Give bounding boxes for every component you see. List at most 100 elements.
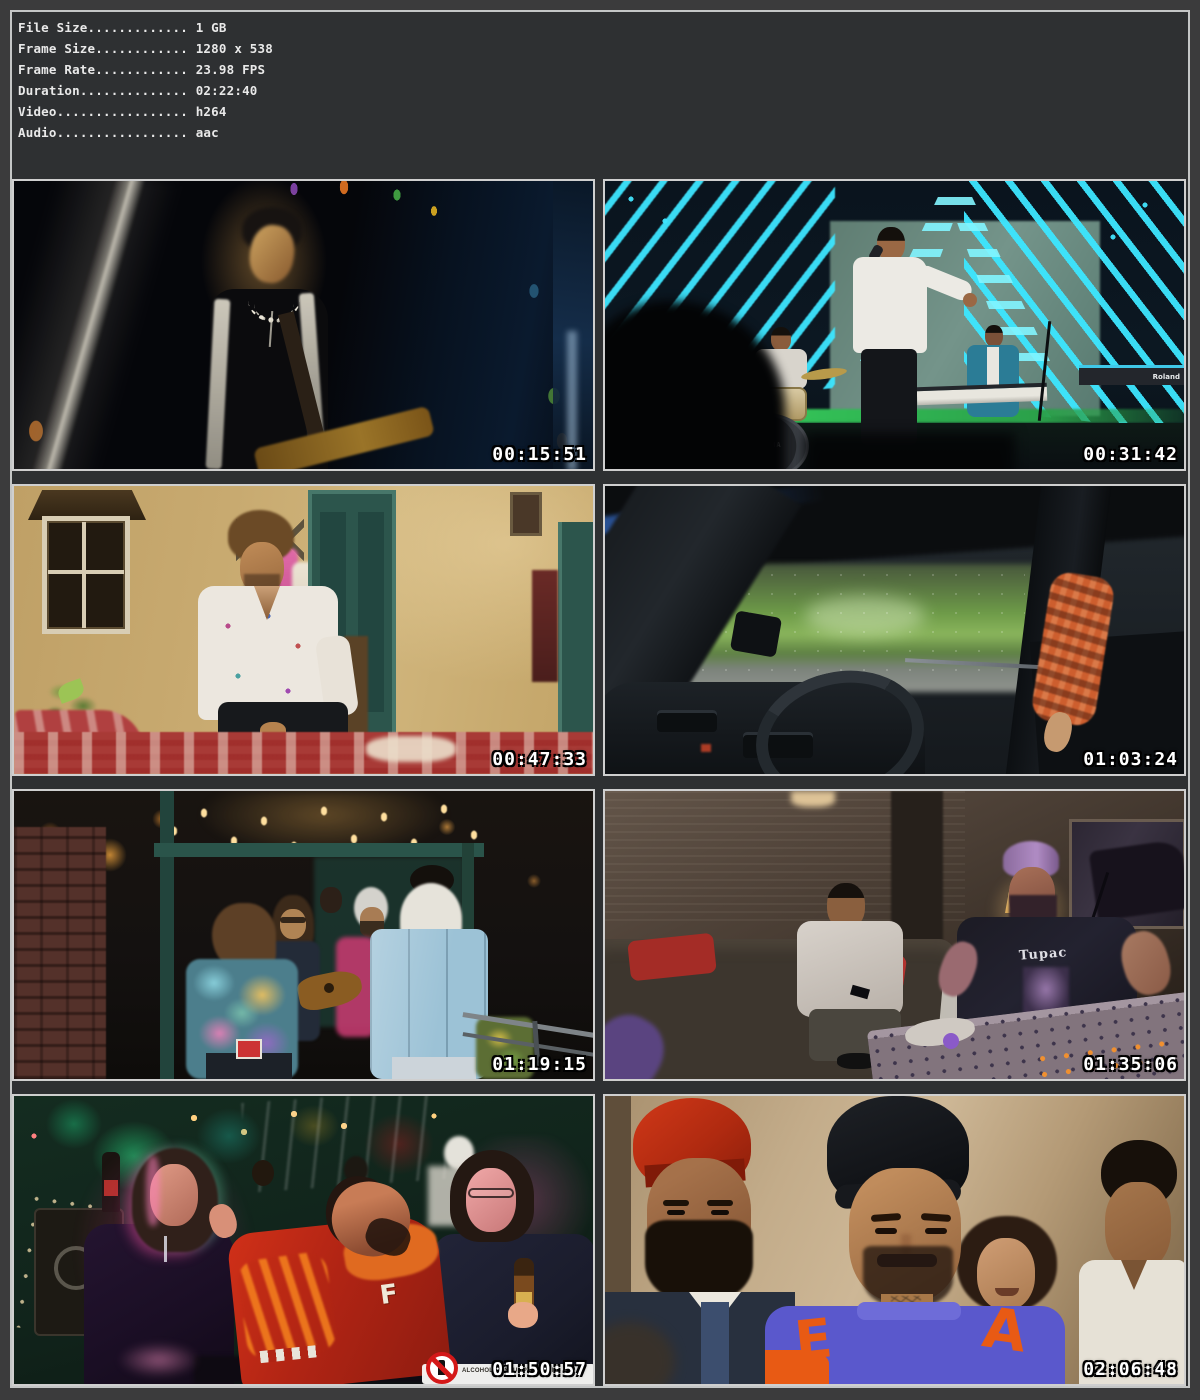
background-head xyxy=(320,887,342,913)
blue-shirt-front xyxy=(701,1302,729,1384)
info-label: Duration xyxy=(18,83,80,98)
timestamp-overlay: 01:35:06 xyxy=(1083,1054,1178,1075)
video-thumbnail-2: YAMAHA Roland 00:31:42 xyxy=(603,179,1186,471)
video-thumbnail-4: 01:03:24 xyxy=(603,484,1186,776)
video-thumbnail-1: 00:15:51 xyxy=(12,179,595,471)
info-label: Audio xyxy=(18,125,57,140)
eyebrow xyxy=(663,1200,689,1206)
flame-sleeve xyxy=(235,1250,338,1362)
wall-hanging xyxy=(532,570,558,682)
info-value: 1 GB xyxy=(188,20,227,35)
glasses xyxy=(468,1188,514,1198)
scene-stage-led-performance: YAMAHA Roland xyxy=(605,181,1184,469)
keyboardist-head xyxy=(985,325,1003,347)
info-value: 23.98 FPS xyxy=(188,62,265,77)
info-line-frame-rate: Frame Rate............ 23.98 FPS xyxy=(18,59,1180,80)
dot-leader: ............ xyxy=(95,62,188,77)
hand-holding-bottle xyxy=(508,1302,538,1328)
info-line-file-size: File Size............. 1 GB xyxy=(18,17,1180,38)
audience-silhouette xyxy=(805,433,1015,471)
timestamp-overlay: 01:50:57 xyxy=(492,1359,587,1380)
video-thumbnail-3: 00:47:33 xyxy=(12,484,595,776)
video-thumbnail-5: 01:19:15 xyxy=(12,789,595,1081)
air-vent xyxy=(657,710,717,732)
gray-sweatshirt xyxy=(797,921,903,1017)
mustache xyxy=(877,1254,937,1267)
dot-leader: .............. xyxy=(80,83,188,98)
smiling-woman-face xyxy=(977,1238,1035,1310)
singer-hand xyxy=(963,293,977,307)
side-mirror xyxy=(730,610,782,657)
window xyxy=(42,516,130,634)
media-info-block: File Size............. 1 GB Frame Size..… xyxy=(12,12,1188,143)
trackball xyxy=(943,1033,959,1049)
timestamp-overlay: 01:19:15 xyxy=(492,1054,587,1075)
white-sheet xyxy=(366,736,456,762)
timestamp-overlay: 00:31:42 xyxy=(1083,444,1178,465)
info-value: 02:22:40 xyxy=(188,83,258,98)
info-line-frame-size: Frame Size............ 1280 x 538 xyxy=(18,38,1180,59)
timestamp-overlay: 01:03:24 xyxy=(1083,749,1178,770)
info-label: File Size xyxy=(18,20,88,35)
video-thumbnail-8: E A 02:06:48 xyxy=(603,1094,1186,1386)
timestamp-overlay: 00:15:51 xyxy=(492,444,587,465)
wall-frame xyxy=(510,492,542,536)
scene-crowd-beanie-closeup: E A xyxy=(605,1096,1184,1384)
guitar-soundhole xyxy=(324,983,334,993)
dot-leader: ............ xyxy=(95,41,188,56)
scene-recording-studio-talk: Tupac xyxy=(605,791,1184,1079)
info-line-video-codec: Video................. h264 xyxy=(18,101,1180,122)
scene-courtyard-man-on-cot xyxy=(14,486,593,774)
singer-shirt xyxy=(853,257,927,353)
pink-lit-knee xyxy=(104,1336,214,1384)
info-line-audio-codec: Audio................. aac xyxy=(18,122,1180,143)
keyboard-synth: Roland xyxy=(1079,365,1184,385)
info-value: 1280 x 538 xyxy=(188,41,273,56)
info-line-duration: Duration.............. 02:22:40 xyxy=(18,80,1180,101)
scene-car-interior-open-door xyxy=(605,486,1184,774)
video-thumbnail-6: Tupac 01:35:06 xyxy=(603,789,1186,1081)
eye xyxy=(925,1228,947,1234)
scene-night-street-friends xyxy=(14,791,593,1079)
singer-pants xyxy=(861,349,917,445)
teal-beam xyxy=(154,843,484,857)
thumbnail-grid: 00:15:51 YAMAHA Roland xyxy=(12,179,1188,1386)
glasses xyxy=(280,917,306,923)
scene-neon-party-couch: F ALCOHOL CONSUMPTION IS IN xyxy=(14,1096,593,1384)
dot-leader: ................. xyxy=(57,104,188,119)
pink-rim-light xyxy=(146,1156,160,1226)
wall-light xyxy=(791,791,835,807)
eye xyxy=(667,1210,685,1215)
keyboard-brand-label: Roland xyxy=(1079,368,1180,386)
dot-leader: ............. xyxy=(88,20,188,35)
eye xyxy=(875,1228,897,1234)
window-bar xyxy=(82,522,86,628)
glasses-woman-face xyxy=(466,1168,516,1232)
eyebrow xyxy=(707,1200,733,1206)
info-value: aac xyxy=(188,125,219,140)
teal-door xyxy=(558,522,595,744)
info-label: Frame Size xyxy=(18,41,95,56)
necklace xyxy=(164,1236,167,1262)
scene-concert-singer-confetti xyxy=(14,181,593,469)
denim-jeans xyxy=(392,1057,476,1079)
info-label: Frame Rate xyxy=(18,62,95,77)
drummer-head xyxy=(771,327,791,351)
sweater-letter: A xyxy=(979,1306,1031,1366)
info-value: h264 xyxy=(188,104,227,119)
contact-sheet-panel: File Size............. 1 GB Frame Size..… xyxy=(10,10,1190,1388)
keyboardist-shirt xyxy=(987,347,999,387)
timestamp-overlay: 00:47:33 xyxy=(492,749,587,770)
pocket-tag xyxy=(236,1039,262,1059)
dot-leader: ................. xyxy=(57,125,188,140)
guitarist-face xyxy=(280,909,306,939)
video-thumbnail-7: F ALCOHOL CONSUMPTION IS IN 01:50:57 xyxy=(12,1094,595,1386)
timestamp-overlay: 02:06:48 xyxy=(1083,1359,1178,1380)
window-bar xyxy=(48,570,124,574)
dark-doorway xyxy=(891,791,943,941)
info-label: Video xyxy=(18,104,57,119)
teal-pole xyxy=(160,791,174,1079)
young-man-face xyxy=(1105,1182,1171,1270)
sweater-orange-patch xyxy=(765,1350,829,1384)
sweater-collar-rib xyxy=(857,1302,961,1320)
